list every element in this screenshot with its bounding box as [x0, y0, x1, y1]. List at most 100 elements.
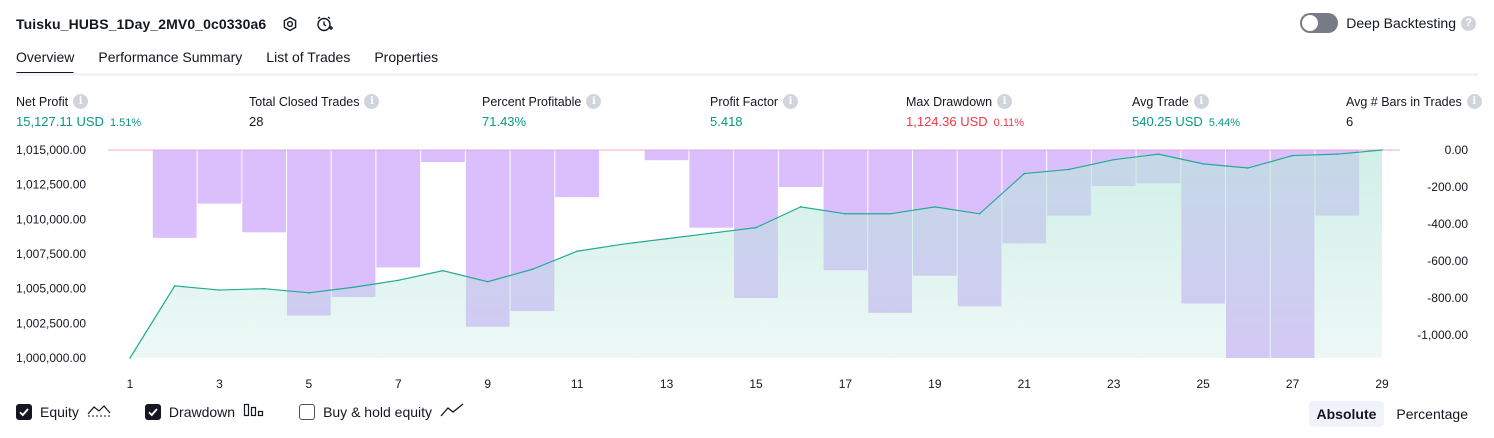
metric-value: 71.43% — [482, 114, 527, 129]
tab-bar: Overview Performance Summary List of Tra… — [16, 48, 462, 75]
add-alert-icon[interactable] — [314, 14, 334, 34]
equity-point — [934, 206, 936, 208]
metric-avg-bars: Avg # Bars in Trades i 6 — [1346, 94, 1482, 129]
x-axis-tick-label: 19 — [928, 377, 942, 391]
metric-label: Total Closed Trades — [249, 94, 360, 109]
info-icon[interactable]: i — [997, 94, 1013, 109]
legend-buy-hold[interactable]: Buy & hold equity — [299, 403, 464, 420]
equity-point — [129, 357, 131, 359]
mode-percentage-button[interactable]: Percentage — [1388, 401, 1476, 427]
mode-absolute-button[interactable]: Absolute — [1308, 401, 1385, 427]
drawdown-bar — [778, 150, 823, 187]
equity-drawdown-chart[interactable]: 1,000,000.00 1,002,500.00 1,005,000.00 1,00… — [0, 140, 1494, 396]
right-axis-tick-label: -800.00 — [1427, 291, 1468, 305]
equity-point — [1157, 153, 1160, 155]
info-icon[interactable]: i — [586, 94, 602, 109]
left-axis-tick-label: 1,010,000.00 — [16, 212, 86, 226]
metric-net-profit: Net Profit i 15,127.11 USD 1.51% — [16, 94, 141, 129]
equity-point — [218, 289, 221, 291]
tab-divider — [16, 73, 1478, 76]
equity-point — [1247, 167, 1249, 169]
help-icon[interactable]: ? — [1461, 15, 1476, 31]
tab-list-of-trades[interactable]: List of Trades — [266, 48, 350, 74]
x-axis-tick-label: 29 — [1375, 377, 1389, 391]
x-axis-tick-label: 3 — [216, 377, 223, 391]
right-axis-tick-label: -200.00 — [1427, 180, 1468, 194]
deep-backtesting-label: Deep Backtesting — [1346, 15, 1456, 31]
equity-point — [889, 212, 891, 215]
metric-percent: 0.11% — [993, 117, 1025, 129]
equity-point — [352, 286, 355, 289]
equity-label: Equity — [40, 403, 79, 420]
metric-label: Profit Factor — [710, 94, 779, 109]
metric-value: 1,124.36 USD — [906, 114, 988, 129]
buy-hold-checkbox[interactable] — [299, 403, 316, 420]
metric-value: 28 — [249, 114, 264, 129]
metric-label: Net Profit — [16, 94, 69, 109]
right-axis-tick-label: -600.00 — [1427, 254, 1468, 268]
tab-overview[interactable]: Overview — [16, 48, 75, 75]
equity-point — [531, 268, 534, 271]
left-axis-tick-label: 1,000,000.00 — [16, 351, 86, 365]
metric-profit-factor: Profit Factor i 5.418 — [710, 94, 799, 129]
equity-point — [710, 232, 713, 234]
metric-label: Percent Profitable — [482, 94, 582, 109]
drawdown-bar — [644, 150, 689, 161]
x-axis-tick-label: 7 — [395, 377, 402, 391]
equity-point — [1112, 158, 1115, 161]
drawdown-bar — [555, 150, 599, 198]
equity-point — [1068, 168, 1070, 171]
area-line-icon — [87, 403, 111, 420]
metric-avg-trade: Avg Trade i 540.25 USD 5.44% — [1132, 94, 1240, 129]
right-axis-tick-label: -400.00 — [1427, 217, 1468, 231]
metric-label: Max Drawdown — [906, 94, 993, 109]
x-axis-tick-label: 25 — [1196, 377, 1210, 391]
metric-value: 540.25 USD — [1132, 114, 1203, 129]
metric-total-closed-trades: Total Closed Trades i 28 — [249, 94, 380, 129]
drawdown-bar — [242, 150, 286, 233]
metric-max-drawdown: Max Drawdown i 1,124.36 USD 0.11% — [906, 94, 1024, 129]
deep-backtesting-toggle[interactable] — [1300, 13, 1339, 33]
equity-point — [665, 237, 668, 240]
equity-point — [308, 292, 310, 294]
drawdown-checkbox[interactable] — [144, 403, 161, 420]
equity-point — [173, 285, 176, 287]
equity-point — [263, 287, 265, 290]
line-icon — [440, 403, 464, 420]
left-axis-tick-label: 1,002,500.00 — [16, 316, 86, 330]
metric-value: 5.418 — [710, 114, 743, 129]
info-icon[interactable]: i — [364, 94, 380, 109]
info-icon[interactable]: i — [1466, 94, 1482, 109]
x-axis-tick-label: 17 — [839, 377, 853, 391]
tab-properties[interactable]: Properties — [374, 48, 438, 74]
legend-equity[interactable]: Equity — [16, 403, 111, 420]
info-icon[interactable]: i — [783, 94, 799, 109]
info-icon[interactable]: i — [1193, 94, 1209, 109]
drawdown-bar — [376, 150, 421, 268]
settings-icon[interactable] — [280, 14, 300, 34]
equity-point — [486, 280, 489, 283]
equity-checkbox[interactable] — [16, 403, 32, 420]
left-axis-tick-label: 1,005,000.00 — [16, 282, 86, 296]
x-axis-tick-label: 5 — [306, 377, 313, 391]
equity-point — [621, 243, 623, 246]
legend-drawdown[interactable]: Drawdown — [144, 403, 265, 420]
equity-point — [799, 206, 802, 208]
buy-hold-label: Buy & hold equity — [323, 403, 433, 420]
tab-performance-summary[interactable]: Performance Summary — [98, 48, 242, 74]
left-axis-tick-label: 1,012,500.00 — [16, 178, 86, 192]
metric-label: Avg Trade — [1132, 94, 1189, 109]
metric-percent-profitable: Percent Profitable i 71.43% — [482, 94, 602, 129]
metric-label: Avg # Bars in Trades — [1346, 94, 1462, 109]
equity-point — [755, 226, 757, 229]
right-axis-tick-label: 0.00 — [1445, 143, 1469, 157]
metric-percent: 1.51% — [109, 117, 142, 129]
equity-point — [1336, 153, 1339, 155]
metric-value: 15,127.11 USD — [16, 114, 104, 129]
drawdown-bar — [689, 150, 734, 228]
drawdown-bar — [152, 150, 197, 238]
right-axis-tick-label: -1,000.00 — [1417, 328, 1468, 342]
info-icon[interactable]: i — [73, 94, 89, 109]
toggle-knob — [1302, 15, 1319, 31]
left-axis-tick-label: 1,007,500.00 — [16, 247, 86, 261]
